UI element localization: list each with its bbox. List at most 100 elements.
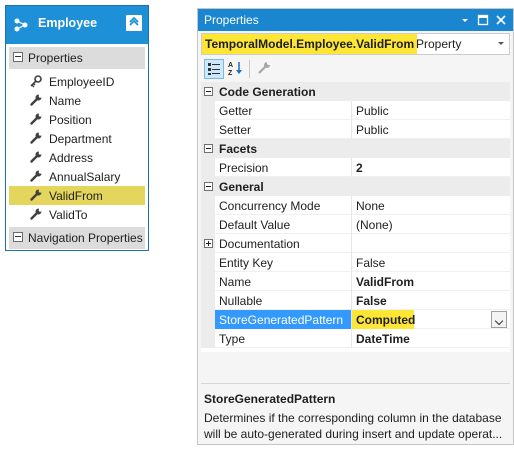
wrench-icon bbox=[29, 112, 43, 126]
row-gutter bbox=[201, 158, 215, 177]
wrench-icon bbox=[29, 93, 43, 107]
row-gutter bbox=[201, 215, 215, 234]
properties-toolbar: A Z bbox=[201, 57, 510, 81]
category-label: General bbox=[219, 180, 264, 194]
collapse-minus-icon[interactable] bbox=[204, 182, 213, 191]
description-text: Determines if the corresponding column i… bbox=[204, 410, 507, 442]
property-pages-button[interactable] bbox=[255, 59, 275, 79]
category-header[interactable]: General bbox=[201, 177, 510, 196]
entity-property-label: Position bbox=[49, 113, 92, 127]
property-name: Entity Key bbox=[219, 256, 274, 270]
category-header[interactable]: Code Generation bbox=[201, 82, 510, 101]
entity-property-row[interactable]: ValidTo bbox=[9, 205, 145, 224]
chevron-up-icon bbox=[129, 16, 139, 26]
column-divider bbox=[351, 196, 352, 215]
property-value[interactable]: ValidFrom bbox=[356, 275, 414, 289]
categorized-button[interactable] bbox=[204, 59, 224, 79]
entity-property-row[interactable]: Address bbox=[9, 148, 145, 167]
object-selector[interactable]: TemporalModel.Employee.ValidFrom Propert… bbox=[201, 33, 510, 55]
entity-title: Employee bbox=[38, 16, 98, 30]
property-row[interactable]: Getter Public bbox=[201, 101, 510, 120]
category-label: Code Generation bbox=[219, 85, 316, 99]
entity-property-row[interactable]: AnnualSalary bbox=[9, 167, 145, 186]
dropdown-arrow-icon bbox=[462, 19, 468, 22]
property-value[interactable]: Public bbox=[356, 104, 389, 118]
property-row[interactable]: Documentation bbox=[201, 234, 510, 253]
property-row[interactable]: Type DateTime bbox=[201, 329, 510, 348]
property-value[interactable]: False bbox=[356, 256, 385, 270]
wrench-icon bbox=[29, 207, 43, 221]
property-value[interactable]: DateTime bbox=[356, 332, 410, 346]
properties-section-label: Properties bbox=[28, 51, 83, 65]
window-menu-button[interactable] bbox=[457, 12, 473, 28]
collapse-minus-icon[interactable] bbox=[13, 232, 23, 242]
collapse-minus-icon[interactable] bbox=[204, 87, 213, 96]
navigation-section-header[interactable]: Navigation Properties bbox=[9, 227, 145, 249]
column-divider bbox=[351, 234, 352, 253]
entity-property-row[interactable]: ValidFrom bbox=[9, 186, 145, 205]
navigation-section-label: Navigation Properties bbox=[28, 231, 143, 245]
property-name: Type bbox=[219, 332, 246, 346]
description-title: StoreGeneratedPattern bbox=[204, 392, 336, 406]
key-icon bbox=[29, 74, 43, 88]
close-button[interactable] bbox=[493, 12, 509, 28]
property-row[interactable]: Setter Public bbox=[201, 120, 510, 139]
description-line: Determines if the corresponding column i… bbox=[204, 411, 502, 425]
property-row[interactable]: Concurrency Mode None bbox=[201, 196, 510, 215]
property-name: Precision bbox=[219, 161, 269, 175]
row-gutter bbox=[201, 101, 215, 120]
entity-property-row[interactable]: Name bbox=[9, 91, 145, 110]
collapse-button[interactable] bbox=[126, 15, 142, 31]
category-header[interactable]: Facets bbox=[201, 139, 510, 158]
maximize-button[interactable] bbox=[475, 12, 491, 28]
wrench-icon bbox=[258, 62, 270, 74]
property-row[interactable]: Name ValidFrom bbox=[201, 272, 510, 291]
column-divider bbox=[351, 158, 352, 177]
row-gutter bbox=[201, 310, 215, 329]
property-name: Name bbox=[219, 275, 252, 289]
alphabetical-button[interactable]: A Z bbox=[226, 59, 246, 79]
entity-property-label: EmployeeID bbox=[49, 75, 115, 89]
row-gutter bbox=[201, 329, 215, 348]
collapse-minus-icon[interactable] bbox=[13, 52, 23, 62]
entity-property-list: EmployeeID Name Position Department Address A… bbox=[9, 69, 145, 224]
object-name: TemporalModel.Employee.ValidFrom bbox=[202, 34, 418, 54]
value-dropdown-button[interactable] bbox=[491, 311, 507, 328]
svg-text:Z: Z bbox=[228, 70, 233, 77]
row-gutter bbox=[201, 272, 215, 291]
entity-property-label: Address bbox=[49, 151, 94, 165]
entity-property-label: ValidTo bbox=[49, 208, 88, 222]
property-name: Documentation bbox=[219, 237, 300, 251]
property-row[interactable]: StoreGeneratedPattern Computed bbox=[201, 310, 510, 329]
property-row[interactable]: Default Value (None) bbox=[201, 215, 510, 234]
svg-text:A: A bbox=[228, 62, 233, 69]
properties-title: Properties bbox=[204, 13, 259, 27]
property-value[interactable]: False bbox=[356, 294, 387, 308]
property-value[interactable]: Computed bbox=[356, 313, 415, 327]
entity-property-label: AnnualSalary bbox=[49, 170, 121, 184]
property-value[interactable]: None bbox=[356, 199, 385, 213]
column-divider bbox=[351, 253, 352, 272]
column-divider bbox=[351, 291, 352, 310]
property-value[interactable]: Public bbox=[356, 123, 389, 137]
property-row[interactable]: Entity Key False bbox=[201, 253, 510, 272]
property-name: Default Value bbox=[219, 218, 291, 232]
property-value[interactable]: 2 bbox=[356, 161, 363, 175]
properties-section-header[interactable]: Properties bbox=[9, 47, 145, 69]
property-row[interactable]: Precision 2 bbox=[201, 158, 510, 177]
entity-property-row[interactable]: Department bbox=[9, 129, 145, 148]
property-value[interactable]: (None) bbox=[356, 218, 393, 232]
employee-entity[interactable]: Employee Properties EmployeeID Name Positi… bbox=[5, 5, 149, 251]
categorized-icon bbox=[208, 63, 220, 75]
expand-plus-icon[interactable] bbox=[204, 239, 213, 248]
property-name: Nullable bbox=[219, 294, 263, 308]
entity-header[interactable]: Employee bbox=[6, 6, 148, 44]
property-row[interactable]: Nullable False bbox=[201, 291, 510, 310]
entity-property-row[interactable]: Position bbox=[9, 110, 145, 129]
entity-property-label: Name bbox=[49, 94, 82, 108]
entity-property-row[interactable]: EmployeeID bbox=[9, 72, 145, 91]
properties-title-bar[interactable]: Properties bbox=[198, 9, 513, 31]
collapse-minus-icon[interactable] bbox=[204, 144, 213, 153]
entity-property-label: Department bbox=[49, 132, 112, 146]
row-gutter bbox=[201, 291, 215, 310]
